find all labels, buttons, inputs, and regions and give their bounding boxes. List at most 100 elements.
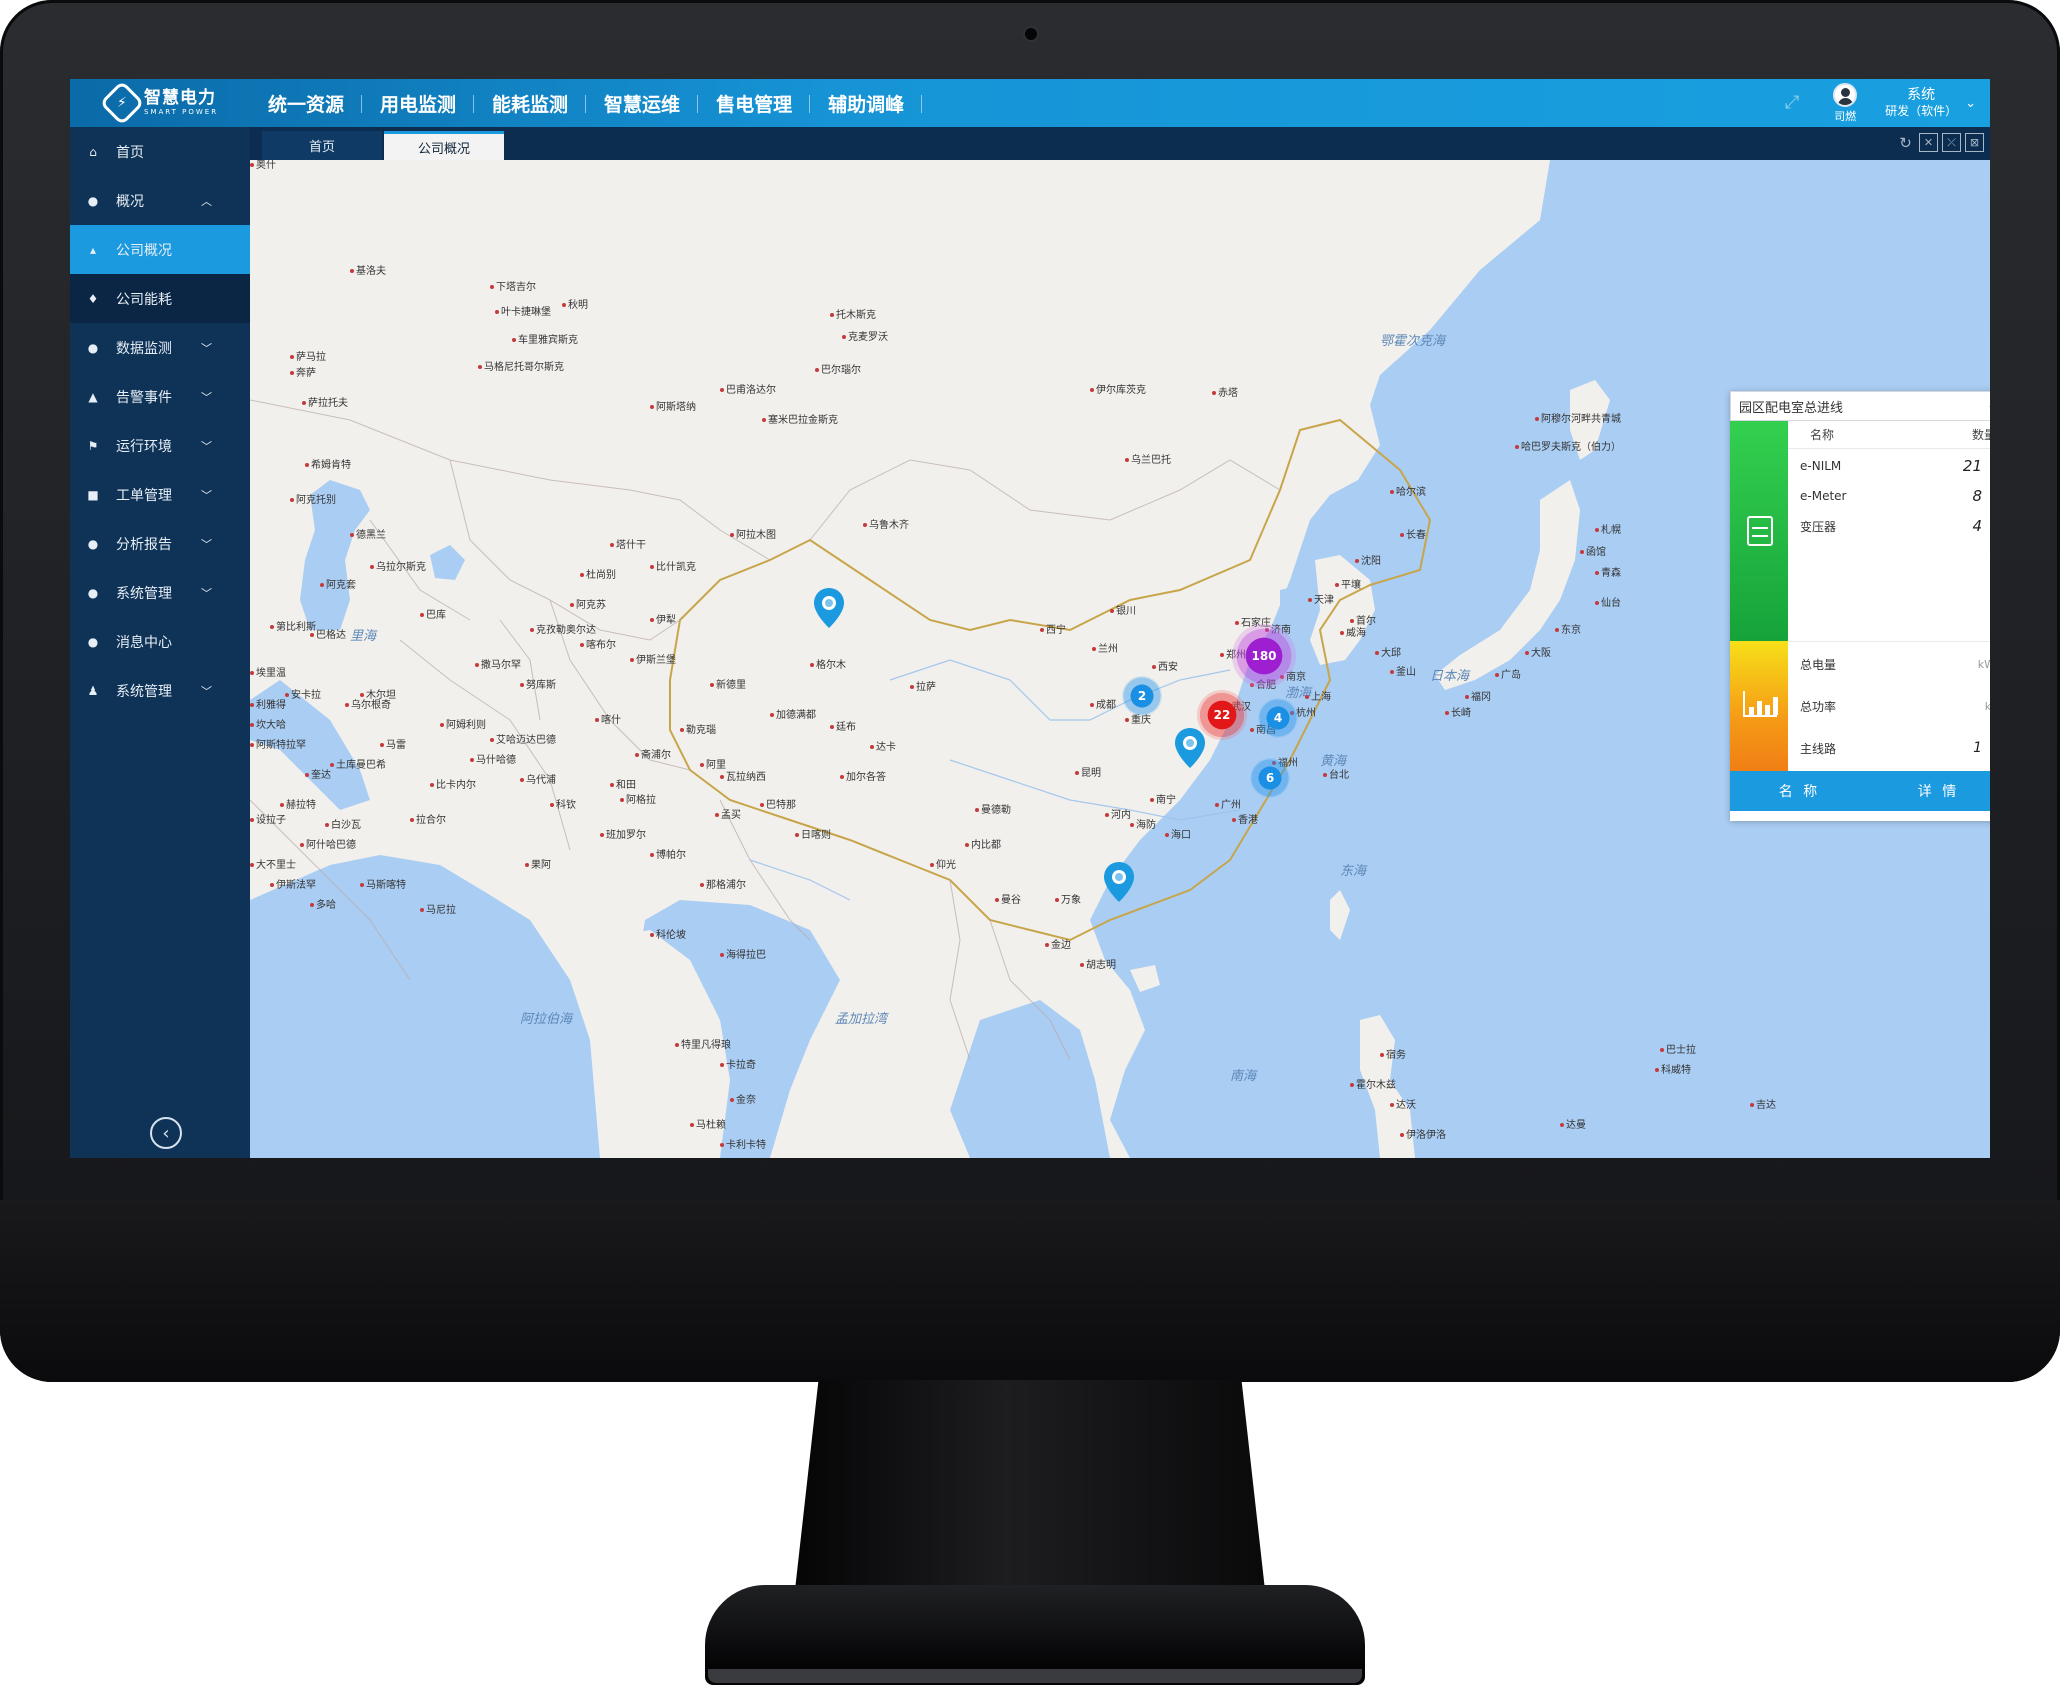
stat-value: 1 (1973, 740, 1982, 756)
sidebar-item-alarms[interactable]: ▲ 告警事件 ﹀ (70, 372, 250, 421)
sidebar-item-overview[interactable]: ● 概况 ︿ (70, 176, 250, 225)
city-label: 下塔吉尔 (490, 282, 536, 294)
sidebar-item-label: 运行环境 (116, 438, 172, 455)
detail-button[interactable]: 详 情 (1869, 771, 1990, 811)
nav-tab-smart-ops[interactable]: 智慧运维 (586, 79, 699, 127)
city-label: 果阿 (525, 860, 551, 872)
sidebar-item-label: 公司能耗 (116, 291, 172, 308)
chevron-down-icon: ﹀ (201, 488, 212, 502)
nav-tab-energy-monitor[interactable]: 能耗监测 (474, 79, 587, 127)
city-label: 东京 (1555, 625, 1581, 637)
city-label: 加德满都 (770, 710, 816, 722)
city-label: 克麦罗沃 (842, 332, 888, 344)
city-label: 阿斯塔纳 (650, 402, 696, 414)
city-label: 格尔木 (810, 660, 846, 672)
city-label: 卡拉奇 (720, 1060, 756, 1072)
sea-label: 里海 (350, 629, 377, 644)
city-label: 内比都 (965, 840, 1001, 852)
sidebar-item-label: 首页 (116, 144, 144, 161)
name-button[interactable]: 名 称 (1730, 771, 1869, 811)
user-profile[interactable]: 司燃 (1833, 82, 1858, 124)
sidebar-item-system-users[interactable]: ♟ 系统管理 ﹀ (70, 666, 250, 715)
city-label: 重庆 (1125, 715, 1151, 727)
nav-tab-power-monitor[interactable]: 用电监测 (362, 79, 475, 127)
fullscreen-icon[interactable]: ⤢ (1781, 92, 1803, 114)
stat-name: 主线路 (1800, 741, 1837, 756)
chevron-down-icon: ﹀ (201, 586, 212, 600)
sidebar-item-data-monitor[interactable]: ● 数据监测 ﹀ (70, 323, 250, 372)
city-label: 台北 (1323, 770, 1349, 782)
city-label: 孟买 (715, 810, 741, 822)
chevron-down-icon: ﹀ (201, 390, 212, 404)
sidebar-item-home[interactable]: ⌂ 首页 (70, 127, 250, 176)
system-menu[interactable]: 系统 研发（软件） (1885, 87, 1957, 119)
nav-tab-resources[interactable]: 统一资源 (250, 79, 363, 127)
close-other-tabs-icon[interactable]: ⤫ (1942, 133, 1961, 152)
map-cluster[interactable]: 6 (1250, 758, 1290, 798)
map-cluster[interactable]: 2 (1122, 676, 1162, 716)
city-label: 广岛 (1495, 670, 1521, 682)
city-label: 兰州 (1092, 644, 1118, 656)
close-all-tabs-icon[interactable]: ⊠ (1965, 133, 1984, 152)
sea-label: 阿拉伯海 (520, 1012, 573, 1027)
map-marker-icon[interactable] (1175, 728, 1205, 768)
city-label: 乌代浦 (520, 775, 556, 787)
monitor-base-edge (708, 1669, 1362, 1683)
logo[interactable]: ⚡ 智慧电力 SMART POWER (70, 79, 250, 127)
city-label: 马雷 (380, 740, 406, 752)
sea-label: 孟加拉湾 (835, 1012, 888, 1027)
city-label: 哈巴罗夫斯克（伯力） (1515, 442, 1621, 454)
city-label: 和田 (610, 780, 636, 792)
refresh-icon[interactable]: ↻ (1896, 133, 1915, 152)
chevron-down-icon[interactable]: ⌄ (1965, 96, 1976, 111)
sidebar-item-work-orders[interactable]: ■ 工单管理 ﹀ (70, 470, 250, 519)
city-label: 乌兰巴托 (1125, 455, 1171, 467)
sidebar-item-label: 系统管理 (116, 683, 172, 700)
page-tabs-bar: 首页 公司概况 ↻ ✕ ⤫ ⊠ (250, 127, 1990, 160)
sidebar-item-label: 公司概况 (116, 242, 172, 259)
city-label: 奥什 (250, 160, 276, 172)
city-label: 马斯喀特 (360, 880, 406, 892)
nav-tab-peak-shaving[interactable]: 辅助调峰 (810, 79, 923, 127)
chevron-down-icon: ⌄ (1987, 398, 1990, 412)
clock-icon: ● (87, 193, 99, 208)
sidebar: ⌂ 首页 ● 概况 ︿ ▴ 公司概况 ♦ 公司能耗 ● 数据监测 ﹀ ▲ 告警事件 ﹀ ⚑ 运行环境… (70, 127, 250, 1158)
city-label: 曼谷 (995, 895, 1021, 907)
city-label: 马格尼托哥尔斯克 (478, 362, 564, 374)
city-label: 阿拉木图 (730, 530, 776, 542)
top-navbar: ⚡ 智慧电力 SMART POWER 统一资源 用电监测 能耗监测 智慧运维 售… (70, 79, 1990, 127)
avatar (1833, 82, 1858, 107)
map-view[interactable]: 鄂霍次克海 日本海 东海 南海 黄海 渤海 孟加拉湾 阿拉伯海 里海 基洛夫 下… (250, 160, 1990, 1158)
device-row[interactable]: 变压器 4 台 (1788, 511, 1990, 541)
tab-home[interactable]: 首页 (262, 131, 382, 160)
panel-select[interactable]: 园区配电室总进线 ⌄ (1730, 391, 1990, 421)
map-cluster[interactable]: 180 (1232, 624, 1296, 688)
device-name: e-Meter (1800, 489, 1847, 503)
sidebar-item-label: 概况 (116, 193, 144, 210)
device-row[interactable]: e-NILM 21 台 (1788, 451, 1990, 481)
sea-label: 日本海 (1430, 669, 1470, 684)
city-label: 赫拉特 (280, 800, 316, 812)
city-label: 河内 (1105, 810, 1131, 822)
sidebar-item-messages[interactable]: ● 消息中心 (70, 617, 250, 666)
city-label: 银川 (1110, 606, 1136, 618)
close-tab-icon[interactable]: ✕ (1919, 133, 1938, 152)
sidebar-item-company-overview[interactable]: ▴ 公司概况 (70, 225, 250, 274)
sidebar-item-reports[interactable]: ● 分析报告 ﹀ (70, 519, 250, 568)
city-label: 万象 (1055, 895, 1081, 907)
map-marker-icon[interactable] (1104, 862, 1134, 902)
sidebar-item-environment[interactable]: ⚑ 运行环境 ﹀ (70, 421, 250, 470)
city-label: 希姆肯特 (305, 460, 351, 472)
stats-section-bar (1730, 641, 1788, 771)
sidebar-item-company-energy[interactable]: ♦ 公司能耗 (70, 274, 250, 323)
device-row[interactable]: e-Meter 8 台 (1788, 481, 1990, 511)
map-cluster[interactable]: 4 (1258, 698, 1298, 738)
city-label: 海口 (1165, 830, 1191, 842)
collapse-sidebar-button[interactable]: ‹ (150, 1117, 182, 1149)
nav-tab-sales[interactable]: 售电管理 (698, 79, 811, 127)
tab-company-overview[interactable]: 公司概况 (384, 131, 504, 160)
city-label: 科威特 (1655, 1065, 1691, 1077)
sidebar-item-system-mgmt[interactable]: ● 系统管理 ﹀ (70, 568, 250, 617)
map-marker-icon[interactable] (814, 588, 844, 628)
city-label: 班加罗尔 (600, 830, 646, 842)
